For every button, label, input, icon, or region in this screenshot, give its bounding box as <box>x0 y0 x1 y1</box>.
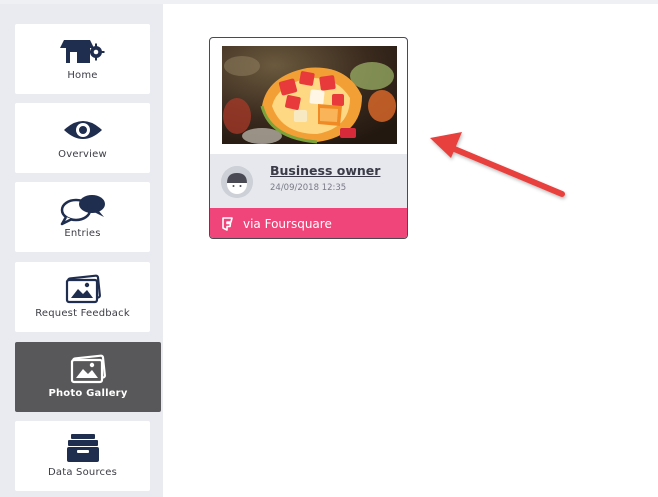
sidebar-item-request-feedback[interactable]: Request Feedback <box>15 262 150 332</box>
gallery-photo[interactable] <box>222 46 397 144</box>
source-label: via Foursquare <box>243 217 332 231</box>
sidebar-item-label: Home <box>67 70 98 81</box>
foursquare-icon <box>222 217 233 231</box>
gallery-card[interactable]: Business owner 24/09/2018 12:35 via Four… <box>209 37 408 239</box>
sidebar-item-label: Overview <box>58 149 107 160</box>
avatar <box>221 166 253 198</box>
sidebar-item-home[interactable]: Home <box>15 24 150 94</box>
sidebar-item-label: Photo Gallery <box>48 388 128 399</box>
photo-stack-icon <box>68 352 108 386</box>
owner-row: Business owner 24/09/2018 12:35 <box>210 154 407 208</box>
chat-bubbles-icon <box>58 192 108 226</box>
sidebar-item-label: Entries <box>64 228 101 239</box>
owner-name-link[interactable]: Business owner <box>270 163 380 178</box>
sidebar-item-overview[interactable]: Overview <box>15 103 150 173</box>
sidebar-item-label: Data Sources <box>47 467 117 478</box>
source-bar[interactable]: via Foursquare <box>210 208 407 238</box>
shop-settings-icon <box>59 34 106 68</box>
photo-stack-icon <box>63 272 103 306</box>
sidebar-item-data-sources[interactable]: Data Sources <box>15 421 150 491</box>
sidebar-item-label: Request Feedback <box>35 308 130 319</box>
eye-icon <box>61 113 105 147</box>
sidebar-item-photo-gallery[interactable]: Photo Gallery <box>15 342 161 412</box>
sidebar: Home Overview Entries Request Feedback P… <box>0 4 163 497</box>
sidebar-item-entries[interactable]: Entries <box>15 182 150 252</box>
archive-box-icon <box>63 431 103 465</box>
post-date: 24/09/2018 12:35 <box>270 183 347 193</box>
